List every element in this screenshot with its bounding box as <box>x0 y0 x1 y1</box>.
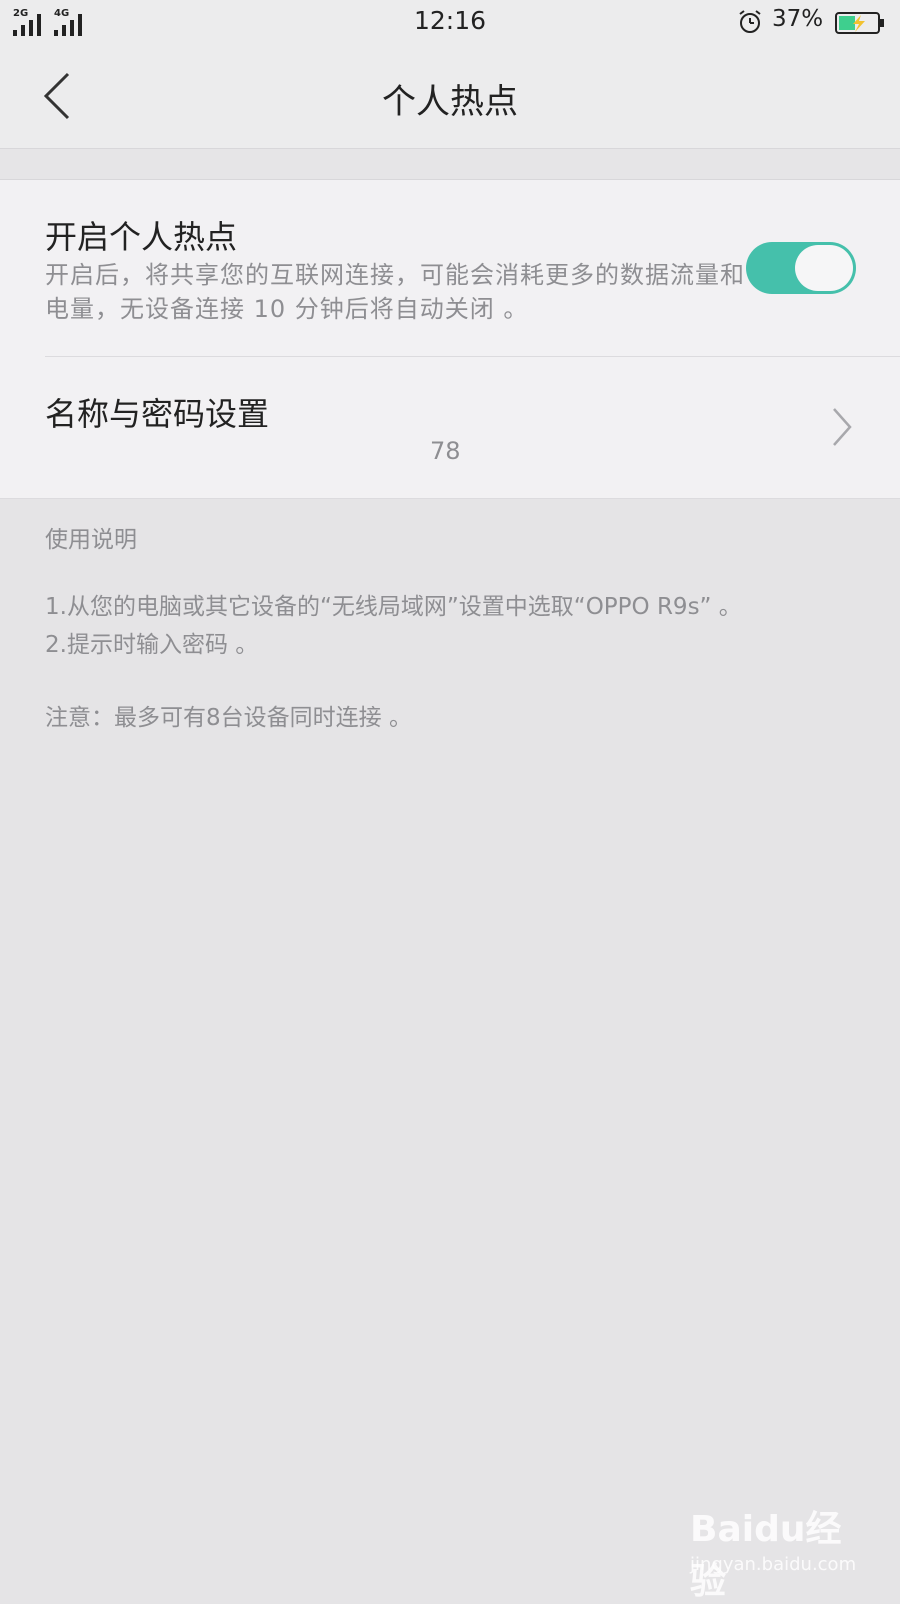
nav-bar: 个人热点 <box>0 44 900 149</box>
chevron-right-icon <box>833 408 852 446</box>
page-title: 个人热点 <box>382 82 518 122</box>
help-line: 2.提示时输入密码 。 <box>45 632 259 658</box>
section-spacer <box>0 149 900 180</box>
name-password-row[interactable]: 名称与密码设置 78 <box>0 357 900 498</box>
status-time: 12:16 <box>413 6 487 35</box>
help-title: 使用说明 <box>45 527 137 553</box>
hotspot-title: 开启个人热点 <box>45 218 238 256</box>
help-line: 1.从您的电脑或其它设备的“无线局域网”设置中选取“OPPO R9s” 。 <box>45 594 742 620</box>
battery-charging-icon <box>835 12 884 34</box>
watermark-brand: Baidu经验 <box>690 1509 842 1602</box>
toggle-knob <box>795 245 853 291</box>
watermark-url: jingyan.baidu.com <box>690 1554 857 1575</box>
settings-card: 开启个人热点 开启后，将共享您的互联网连接，可能会消耗更多的数据流量和电量，无设… <box>0 180 900 499</box>
baidu-watermark: Baidu经验 jingyan.baidu.com <box>690 1500 870 1602</box>
hotspot-toggle-row: 开启个人热点 开启后，将共享您的互联网连接，可能会消耗更多的数据流量和电量，无设… <box>0 180 900 356</box>
name-password-value: 78 <box>430 437 461 465</box>
usage-instructions: 使用说明 1.从您的电脑或其它设备的“无线局域网”设置中选取“OPPO R9s”… <box>45 520 865 732</box>
hotspot-toggle-switch[interactable] <box>746 242 856 294</box>
battery-percent: 37% <box>772 6 824 32</box>
status-bar: 2G 4G 12:16 37% <box>0 0 900 44</box>
help-note: 注意：最多可有8台设备同时连接 。 <box>45 705 412 731</box>
name-password-label: 名称与密码设置 <box>45 395 270 433</box>
hotspot-description: 开启后，将共享您的互联网连接，可能会消耗更多的数据流量和电量，无设备连接 10 … <box>45 261 745 323</box>
alarm-icon <box>739 10 761 33</box>
